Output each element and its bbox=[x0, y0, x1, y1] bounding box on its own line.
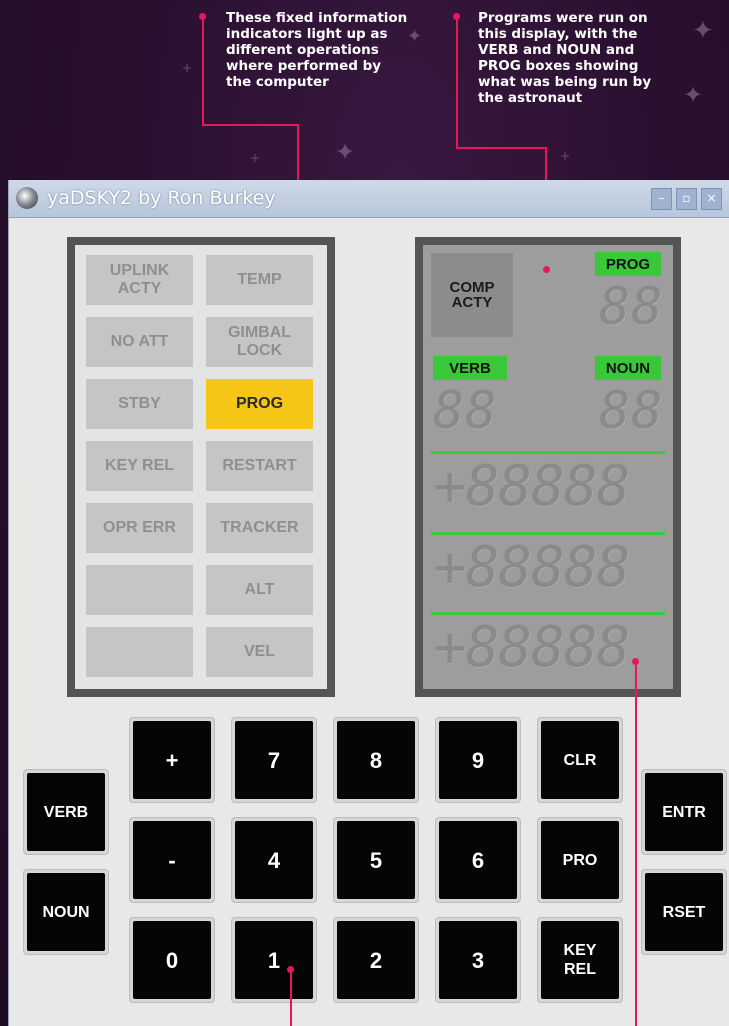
sparkle-icon: ✦ bbox=[683, 81, 704, 109]
two-key[interactable]: 2 bbox=[333, 917, 419, 1003]
maximize-button[interactable]: ▫ bbox=[676, 188, 697, 210]
sparkle-icon: + bbox=[560, 149, 571, 163]
annotation-indicators: These fixed information indicators light… bbox=[226, 10, 408, 90]
lamp-blank-1 bbox=[86, 565, 193, 615]
noun-key[interactable]: NOUN bbox=[23, 869, 109, 955]
plus-key[interactable]: + bbox=[129, 717, 215, 803]
verb-digits: 88 bbox=[433, 381, 498, 441]
lamp-key-rel: KEY REL bbox=[86, 441, 193, 491]
noun-label: NOUN bbox=[595, 356, 661, 380]
indicator-panel-inner: UPLINK ACTY TEMP NO ATT GIMBAL LOCK STBY… bbox=[75, 245, 327, 689]
callout-line bbox=[202, 124, 299, 126]
callout-dot bbox=[453, 13, 460, 20]
six-key[interactable]: 6 bbox=[435, 817, 521, 903]
callout-line bbox=[635, 662, 637, 1026]
lamp-vel: VEL bbox=[206, 627, 313, 677]
lamp-no-att: NO ATT bbox=[86, 317, 193, 367]
minimize-button[interactable]: – bbox=[651, 188, 672, 210]
eight-key[interactable]: 8 bbox=[333, 717, 419, 803]
clr-key[interactable]: CLR bbox=[537, 717, 623, 803]
window-title: yaDSKY2 by Ron Burkey bbox=[47, 187, 276, 209]
lamp-prog: PROG bbox=[206, 379, 313, 429]
lamp-stby: STBY bbox=[86, 379, 193, 429]
indicator-panel: UPLINK ACTY TEMP NO ATT GIMBAL LOCK STBY… bbox=[67, 237, 335, 697]
callout-dot bbox=[199, 13, 206, 20]
close-button[interactable]: × bbox=[701, 188, 722, 210]
nine-key[interactable]: 9 bbox=[435, 717, 521, 803]
noun-digits: 88 bbox=[599, 381, 664, 441]
one-key[interactable]: 1 bbox=[231, 917, 317, 1003]
lamp-tracker: TRACKER bbox=[206, 503, 313, 553]
sparkle-icon: + bbox=[250, 151, 261, 165]
key-rel-key[interactable]: KEY REL bbox=[537, 917, 623, 1003]
verb-key[interactable]: VERB bbox=[23, 769, 109, 855]
minus-key[interactable]: - bbox=[129, 817, 215, 903]
four-key[interactable]: 4 bbox=[231, 817, 317, 903]
three-key[interactable]: 3 bbox=[435, 917, 521, 1003]
entr-key[interactable]: ENTR bbox=[641, 769, 727, 855]
sparkle-icon: ✦ bbox=[692, 16, 714, 46]
annotation-display: Programs were run on this display, with … bbox=[478, 10, 652, 106]
register-1: +88888 bbox=[433, 454, 630, 519]
lamp-alt: ALT bbox=[206, 565, 313, 615]
app-icon bbox=[16, 187, 38, 209]
pro-key[interactable]: PRO bbox=[537, 817, 623, 903]
lamp-gimbal-lock: GIMBAL LOCK bbox=[206, 317, 313, 367]
callout-line bbox=[456, 20, 458, 149]
lamp-restart: RESTART bbox=[206, 441, 313, 491]
callout-dot bbox=[543, 266, 550, 273]
lamp-opr-err: OPR ERR bbox=[86, 503, 193, 553]
sparkle-icon: ✦ bbox=[335, 138, 356, 166]
verb-label: VERB bbox=[433, 356, 507, 380]
prog-digits: 88 bbox=[599, 277, 664, 337]
zero-key[interactable]: 0 bbox=[129, 917, 215, 1003]
title-bar: yaDSKY2 by Ron Burkey – ▫ × bbox=[9, 180, 729, 218]
sparkle-icon: + bbox=[182, 61, 193, 75]
seven-key[interactable]: 7 bbox=[231, 717, 317, 803]
callout-line bbox=[290, 970, 292, 1026]
five-key[interactable]: 5 bbox=[333, 817, 419, 903]
callout-line bbox=[456, 147, 547, 149]
display-panel-inner: COMP ACTY PROG 88 VERB NOUN 88 88 +88888… bbox=[423, 245, 673, 689]
register-2: +88888 bbox=[433, 535, 630, 600]
comp-acty-indicator: COMP ACTY bbox=[431, 253, 513, 337]
prog-label: PROG bbox=[595, 252, 661, 276]
lamp-blank-2 bbox=[86, 627, 193, 677]
display-panel: COMP ACTY PROG 88 VERB NOUN 88 88 +88888… bbox=[415, 237, 681, 697]
dsky-window: yaDSKY2 by Ron Burkey – ▫ × UPLINK ACTY … bbox=[8, 180, 729, 1026]
rset-key[interactable]: RSET bbox=[641, 869, 727, 955]
callout-line bbox=[202, 20, 204, 126]
lamp-uplink-acty: UPLINK ACTY bbox=[86, 255, 193, 305]
register-3: +88888 bbox=[433, 615, 630, 680]
lamp-temp: TEMP bbox=[206, 255, 313, 305]
